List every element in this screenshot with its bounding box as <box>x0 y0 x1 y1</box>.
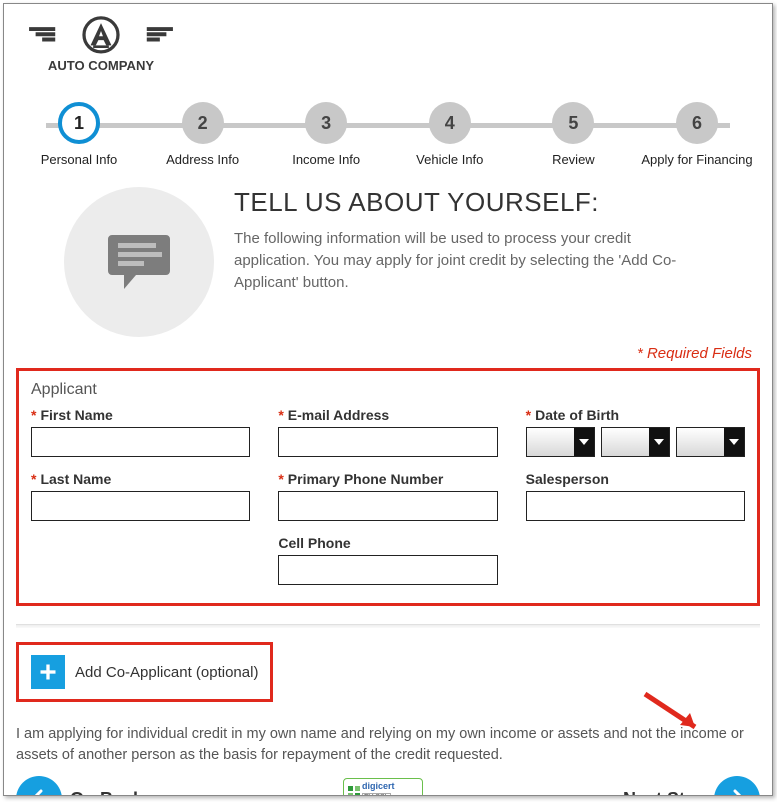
arrow-right-icon <box>714 776 760 796</box>
required-mark: * <box>31 471 36 487</box>
step-address-info[interactable]: 2 Address Info <box>148 102 258 167</box>
step-number: 2 <box>182 102 224 144</box>
add-coapplicant-section: Add Co-Applicant (optional) <box>16 642 273 702</box>
required-mark: * <box>278 471 283 487</box>
field-dob: *Date of Birth <box>526 407 745 457</box>
plus-icon <box>38 662 58 682</box>
annotation-arrow-icon <box>640 689 710 739</box>
progress-stepper: 1 Personal Info 2 Address Info 3 Income … <box>16 102 760 167</box>
step-label: Review <box>552 152 595 167</box>
step-label: Vehicle Info <box>416 152 483 167</box>
arrow-left-icon <box>16 776 62 796</box>
field-primary-phone: * Primary Phone Number <box>278 471 497 521</box>
cell-phone-input[interactable] <box>278 555 497 585</box>
dob-day-select[interactable] <box>601 427 670 457</box>
step-label: Apply for Financing <box>641 152 752 167</box>
brand-logo: AUTO COMPANY <box>16 12 760 84</box>
step-apply-financing[interactable]: 6 Apply for Financing <box>642 102 752 167</box>
chevron-down-icon <box>579 439 589 445</box>
step-label: Income Info <box>292 152 360 167</box>
required-fields-note: * Required Fields <box>16 345 752 362</box>
step-number: 5 <box>552 102 594 144</box>
intro-row: TELL US ABOUT YOURSELF: The following in… <box>64 187 760 337</box>
ssl-cert-badge: digicert EV SSL SECURE <box>343 778 423 796</box>
field-label: First Name <box>40 407 112 423</box>
step-vehicle-info[interactable]: 4 Vehicle Info <box>395 102 505 167</box>
go-back-button[interactable]: Go Back <box>16 776 143 796</box>
field-cell-phone: Cell Phone <box>278 535 497 585</box>
step-income-info[interactable]: 3 Income Info <box>271 102 381 167</box>
step-number: 1 <box>58 102 100 144</box>
field-label: E-mail Address <box>288 407 389 423</box>
required-mark: * <box>526 407 531 423</box>
cert-provider: digicert <box>362 782 395 792</box>
cert-evssl: EV SSL <box>362 793 391 796</box>
step-number: 4 <box>429 102 471 144</box>
field-first-name: *First Name <box>31 407 250 457</box>
next-step-button[interactable]: Next Step <box>623 776 760 796</box>
step-number: 3 <box>305 102 347 144</box>
chat-icon <box>64 187 214 337</box>
cert-logo-icon <box>348 786 360 796</box>
step-personal-info[interactable]: 1 Personal Info <box>24 102 134 167</box>
next-step-label: Next Step <box>623 789 706 796</box>
field-label: Primary Phone Number <box>288 471 444 487</box>
step-review[interactable]: 5 Review <box>518 102 628 167</box>
chevron-down-icon <box>654 439 664 445</box>
field-last-name: *Last Name <box>31 471 250 521</box>
field-label: Date of Birth <box>535 407 619 423</box>
field-label: Cell Phone <box>278 535 350 551</box>
field-label: Last Name <box>40 471 111 487</box>
add-coapplicant-button[interactable] <box>31 655 65 689</box>
field-email: * E-mail Address <box>278 407 497 457</box>
first-name-input[interactable] <box>31 427 250 457</box>
page-title: TELL US ABOUT YOURSELF: <box>234 187 694 218</box>
email-input[interactable] <box>278 427 497 457</box>
field-label: Salesperson <box>526 471 609 487</box>
section-divider <box>16 624 760 628</box>
dob-year-select[interactable] <box>676 427 745 457</box>
applicant-heading: Applicant <box>31 381 745 399</box>
applicant-section: Applicant *First Name *E-mail Address *D… <box>16 368 760 606</box>
footer-nav: Go Back digicert EV SSL SECURE Next Step <box>16 776 760 796</box>
go-back-label: Go Back <box>70 789 143 796</box>
step-label: Personal Info <box>41 152 118 167</box>
step-label: Address Info <box>166 152 239 167</box>
primary-phone-input[interactable] <box>278 491 497 521</box>
field-salesperson: Salesperson <box>526 471 745 521</box>
intro-text: TELL US ABOUT YOURSELF: The following in… <box>234 187 694 293</box>
brand-text: AUTO COMPANY <box>48 58 154 73</box>
salesperson-input[interactable] <box>526 491 745 521</box>
required-mark: * <box>31 407 36 423</box>
page-description: The following information will be used t… <box>234 228 694 293</box>
last-name-input[interactable] <box>31 491 250 521</box>
required-mark: * <box>278 407 283 423</box>
chevron-down-icon <box>729 439 739 445</box>
dob-month-select[interactable] <box>526 427 595 457</box>
form-page: AUTO COMPANY 1 Personal Info 2 Address I… <box>3 3 773 796</box>
step-number: 6 <box>676 102 718 144</box>
add-coapplicant-label: Add Co-Applicant (optional) <box>75 664 258 681</box>
